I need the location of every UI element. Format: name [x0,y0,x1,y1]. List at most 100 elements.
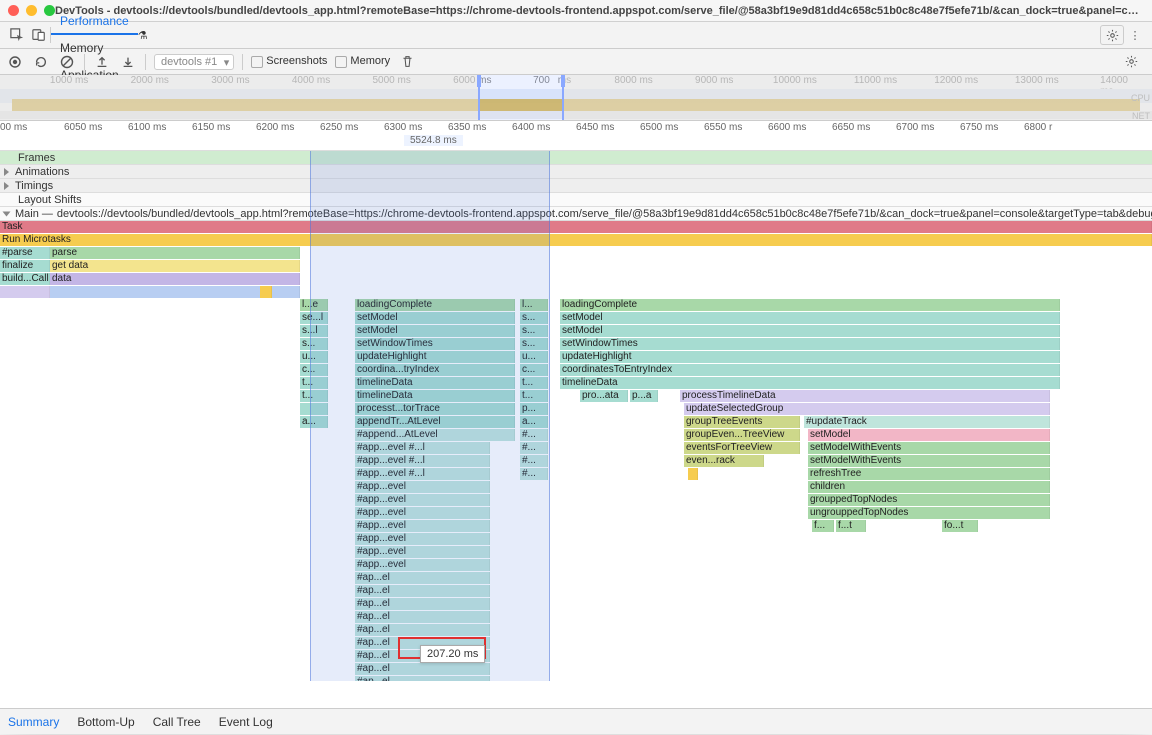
bottom-tab-summary[interactable]: Summary [8,709,59,735]
flame-bar[interactable]: #app...evel [355,520,490,532]
flame-bar[interactable]: updateHighlight [560,351,1060,363]
flame-bar[interactable]: appendTr...AtLevel [355,416,515,428]
flame-bar[interactable]: processTimelineData [680,390,1050,402]
flame-bar[interactable]: #append...AtLevel [355,429,515,441]
flame-bar[interactable]: timelineData [560,377,1060,389]
flame-bar[interactable]: se...l [300,312,328,324]
flame-bar[interactable]: timelineData [355,390,515,402]
flame-bar[interactable]: f... [812,520,834,532]
flame-bar[interactable]: c... [520,364,548,376]
flame-bar[interactable]: setModelWithEvents [808,455,1050,467]
minimize-icon[interactable] [26,5,37,16]
flame-bar[interactable]: data [50,273,300,285]
flame-bar[interactable]: s...l [300,325,328,337]
inspect-icon[interactable] [6,24,28,46]
flame-bar[interactable]: get data [50,260,300,272]
flame-bar[interactable]: t... [300,377,328,389]
flame-bar[interactable]: refreshTree [808,468,1050,480]
timings-track[interactable]: Timings [0,179,1152,193]
tab-network[interactable]: Network [51,0,138,8]
flame-bar[interactable]: loadingComplete [355,299,515,311]
flame-bar[interactable]: l... [520,299,548,311]
flame-bar[interactable]: #ap...el [355,598,490,610]
flame-bar[interactable]: #app...evel [355,533,490,545]
flame-bar[interactable]: c... [300,364,328,376]
bottom-tab-call-tree[interactable]: Call Tree [153,709,201,735]
flame-bar[interactable]: #... [520,455,548,467]
flame-bar[interactable]: loadingComplete [560,299,1060,311]
flame-bar[interactable] [0,286,50,298]
flame-chart[interactable]: Frames Animations Timings Layout Shifts … [0,151,1152,681]
layout-shifts-track[interactable]: Layout Shifts [0,193,1152,207]
more-icon[interactable]: ⋮ [1124,24,1146,46]
flame-bar[interactable]: u... [520,351,548,363]
screenshots-checkbox[interactable]: Screenshots [251,55,327,67]
flame-bar[interactable]: #ap...el [355,572,490,584]
flame-bar[interactable]: #app...evel #...l [355,442,490,454]
flame-bar[interactable]: ungrouppedTopNodes [808,507,1050,519]
flame-bar[interactable]: Task [0,221,1152,233]
flame-bar[interactable]: setModelWithEvents [808,442,1050,454]
tab-performance[interactable]: Performance [51,8,138,35]
time-ruler[interactable]: 00 ms6050 ms6100 ms6150 ms6200 ms6250 ms… [0,121,1152,151]
flame-bar[interactable]: #... [520,468,548,480]
flame-bar[interactable]: eventsForTreeView [684,442,800,454]
flame-bar[interactable]: #ap...el [355,611,490,623]
flame-bar[interactable]: setModel [355,325,515,337]
flame-bar[interactable]: #updateTrack [804,416,1050,428]
flame-bar[interactable]: timelineData [355,377,515,389]
bottom-tab-bottom-up[interactable]: Bottom-Up [77,709,134,735]
flame-bar[interactable]: #... [520,442,548,454]
flame-bar[interactable]: fo...t [942,520,978,532]
flame-bar[interactable]: t... [520,377,548,389]
upload-icon[interactable] [93,53,111,71]
flame-bar[interactable]: pro...ata [580,390,628,402]
record-icon[interactable] [6,53,24,71]
profile-selector[interactable]: devtools #1 [154,54,234,70]
clear-icon[interactable] [58,53,76,71]
flame-bar[interactable]: s... [520,338,548,350]
flame-bar[interactable]: #... [520,429,548,441]
main-track[interactable]: Main — devtools://devtools/bundled/devto… [0,207,1152,221]
flame-bar[interactable] [260,286,272,298]
download-icon[interactable] [119,53,137,71]
flame-bar[interactable]: coordinatesToEntryIndex [560,364,1060,376]
overview-minimap[interactable]: 1000 ms2000 ms3000 ms4000 ms5000 ms6000 … [0,75,1152,121]
flame-bar[interactable]: #app...evel #...l [355,455,490,467]
flame-bar[interactable]: a... [300,416,328,428]
flame-bar[interactable]: setWindowTimes [560,338,1060,350]
flame-bar[interactable]: setModel [808,429,1050,441]
flame-bar[interactable]: t... [520,390,548,402]
flame-bar[interactable]: p... [520,403,548,415]
bottom-tab-event-log[interactable]: Event Log [219,709,273,735]
overview-selection[interactable] [478,75,564,120]
flame-bar[interactable]: s... [520,325,548,337]
flame-bar[interactable]: setWindowTimes [355,338,515,350]
flame-bar[interactable]: setModel [355,312,515,324]
flame-bar[interactable]: groupTreeEvents [684,416,800,428]
flame-bar[interactable]: parse [50,247,300,259]
close-icon[interactable] [8,5,19,16]
memory-checkbox[interactable]: Memory [335,55,390,67]
flame-bar[interactable]: setModel [560,312,1060,324]
trash-icon[interactable] [398,53,416,71]
settings-icon[interactable] [1100,25,1124,45]
animations-track[interactable]: Animations [0,165,1152,179]
flame-bar[interactable]: groupEven...TreeView [684,429,800,441]
flame-bar[interactable]: setModel [560,325,1060,337]
flame-bar[interactable]: l...e [300,299,328,311]
flame-bar[interactable]: processt...torTrace [355,403,515,415]
flame-bar[interactable]: updateHighlight [355,351,515,363]
device-icon[interactable] [28,24,50,46]
flame-bar[interactable]: Run Microtasks [0,234,1152,246]
flame-bar[interactable]: s... [300,338,328,350]
flame-bar[interactable]: #ap...el [355,624,490,636]
flame-bar[interactable]: #parse [0,247,50,259]
flame-bar[interactable]: #app...evel [355,559,490,571]
flame-bar[interactable]: #ap...el [355,585,490,597]
flame-bar[interactable]: #app...evel [355,546,490,558]
flame-bar[interactable]: children [808,481,1050,493]
flame-bar[interactable]: #ap...el [355,663,490,675]
flame-bar[interactable]: f...t [836,520,866,532]
flame-bar[interactable]: #app...evel [355,507,490,519]
